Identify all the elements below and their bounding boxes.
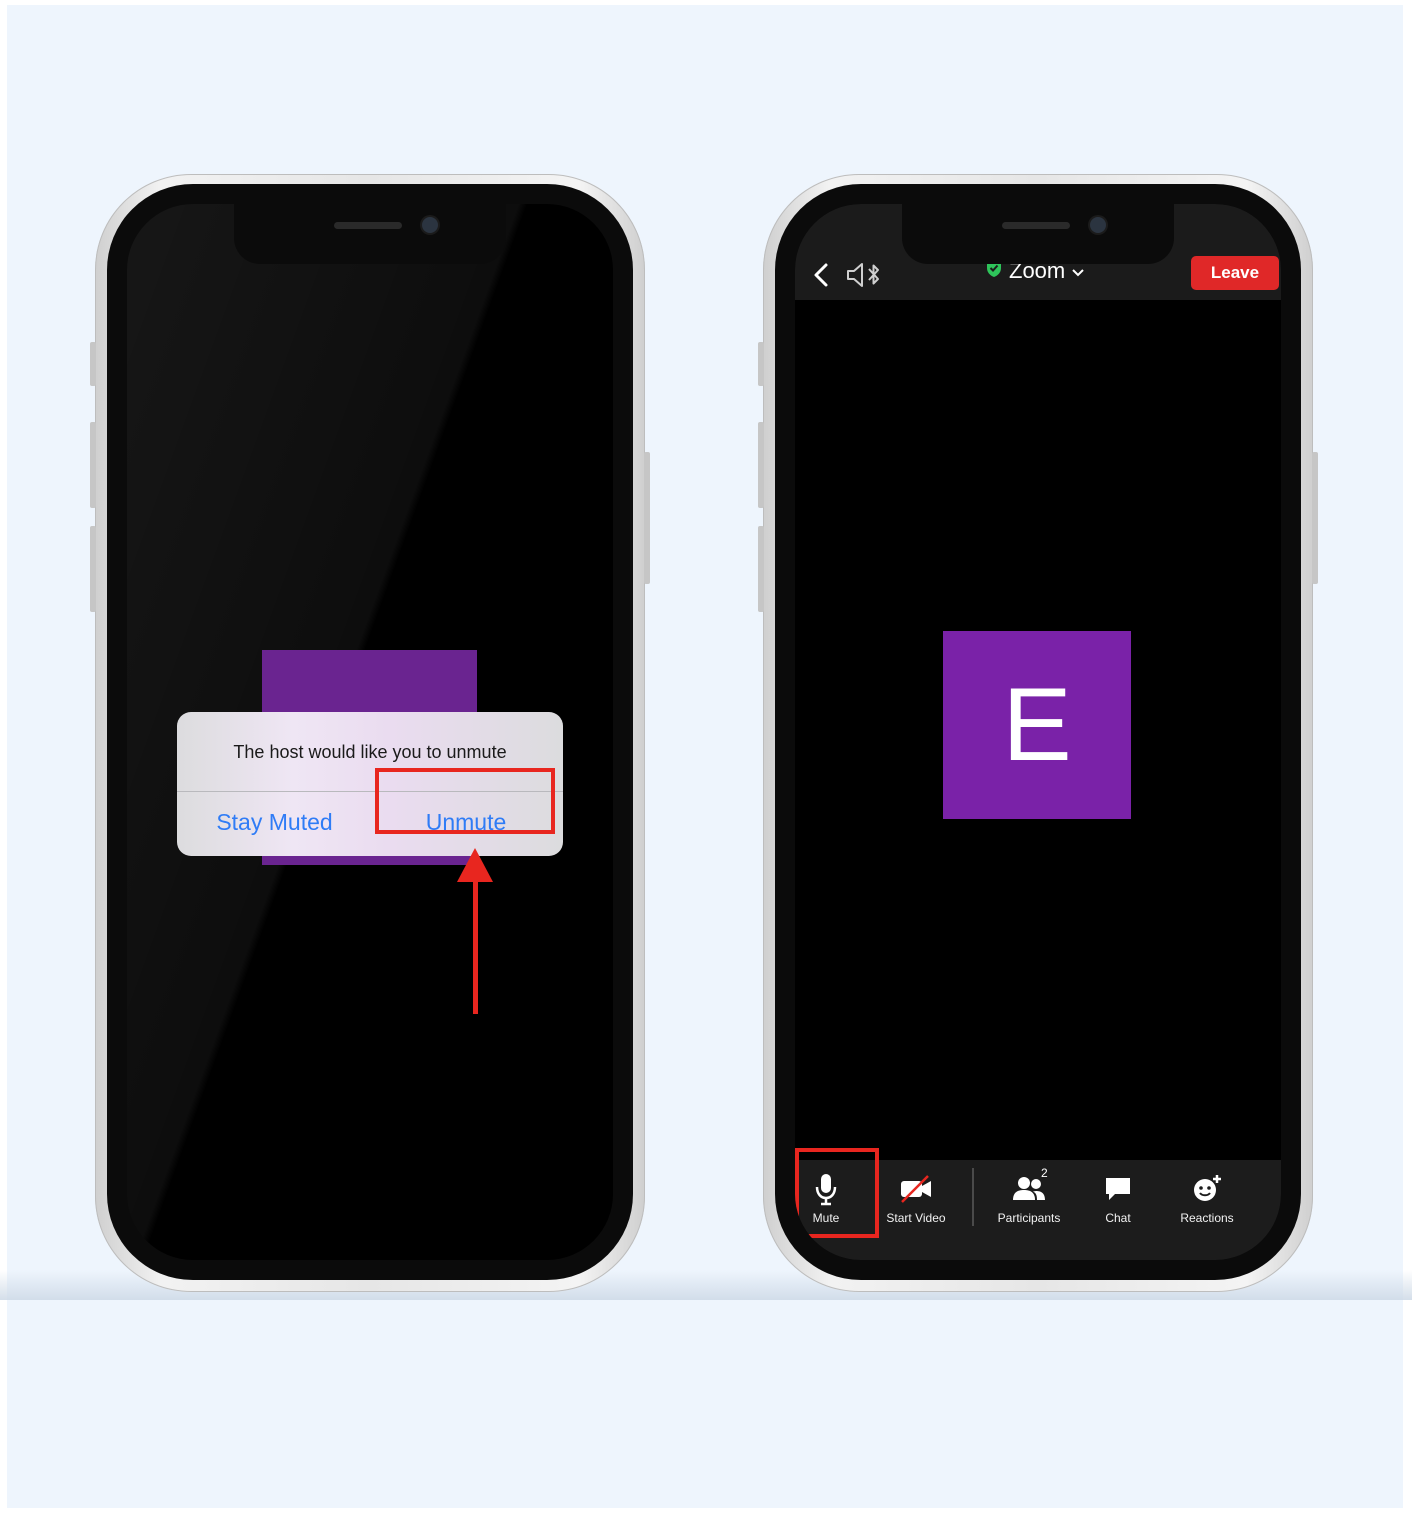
phone-bezel: The host would like you to unmute Stay M…	[107, 184, 633, 1280]
volume-down-button	[758, 526, 764, 612]
participants-count-badge: 2	[1041, 1166, 1048, 1180]
chat-bubble-icon	[1073, 1172, 1163, 1206]
power-button	[1312, 452, 1318, 584]
chevron-left-icon[interactable]	[809, 262, 835, 288]
start-video-button[interactable]: Start Video	[871, 1172, 961, 1225]
participants-button[interactable]: 2 Participants	[983, 1166, 1075, 1225]
reactions-label: Reactions	[1180, 1211, 1234, 1225]
phone-screen: The host would like you to unmute Stay M…	[127, 204, 613, 1260]
volume-up-button	[758, 422, 764, 508]
earpiece-speaker	[1002, 222, 1070, 229]
toolbar-divider	[972, 1168, 974, 1226]
volume-up-button	[90, 422, 96, 508]
volume-down-button	[90, 526, 96, 612]
video-off-icon	[871, 1172, 961, 1206]
smiley-plus-icon	[1162, 1172, 1252, 1206]
start-video-label: Start Video	[886, 1211, 946, 1225]
reactions-button[interactable]: Reactions	[1162, 1172, 1252, 1225]
front-camera	[1090, 217, 1106, 233]
participants-icon	[983, 1172, 1075, 1206]
front-camera	[422, 217, 438, 233]
power-button	[644, 452, 650, 584]
arrow-head-icon	[457, 848, 493, 882]
phone-screen: Zoom Leave E Mute Start Video 2 Particip…	[795, 204, 1281, 1260]
leave-button[interactable]: Leave	[1191, 256, 1279, 290]
chat-button[interactable]: Chat	[1073, 1172, 1163, 1225]
stay-muted-button[interactable]: Stay Muted	[197, 809, 352, 836]
silent-switch	[90, 342, 96, 386]
participants-label: Participants	[997, 1211, 1061, 1225]
unmute-highlight-box	[375, 768, 555, 834]
meeting-toolbar: Mute Start Video 2 Participants Chat Rea…	[795, 1148, 1281, 1260]
mute-highlight-box	[795, 1148, 879, 1238]
phone-notch	[902, 204, 1174, 264]
right-phone: Zoom Leave E Mute Start Video 2 Particip…	[758, 174, 1318, 1292]
earpiece-speaker	[334, 222, 402, 229]
speaker-bluetooth-icon[interactable]	[845, 260, 885, 290]
arrow-line	[473, 880, 478, 1014]
left-phone: The host would like you to unmute Stay M…	[90, 174, 650, 1292]
silent-switch	[758, 342, 764, 386]
alert-message: The host would like you to unmute	[233, 742, 507, 762]
phone-notch	[234, 204, 506, 264]
participant-avatar: E	[943, 631, 1131, 819]
phone-bezel: Zoom Leave E Mute Start Video 2 Particip…	[775, 184, 1301, 1280]
chat-label: Chat	[1105, 1211, 1131, 1225]
